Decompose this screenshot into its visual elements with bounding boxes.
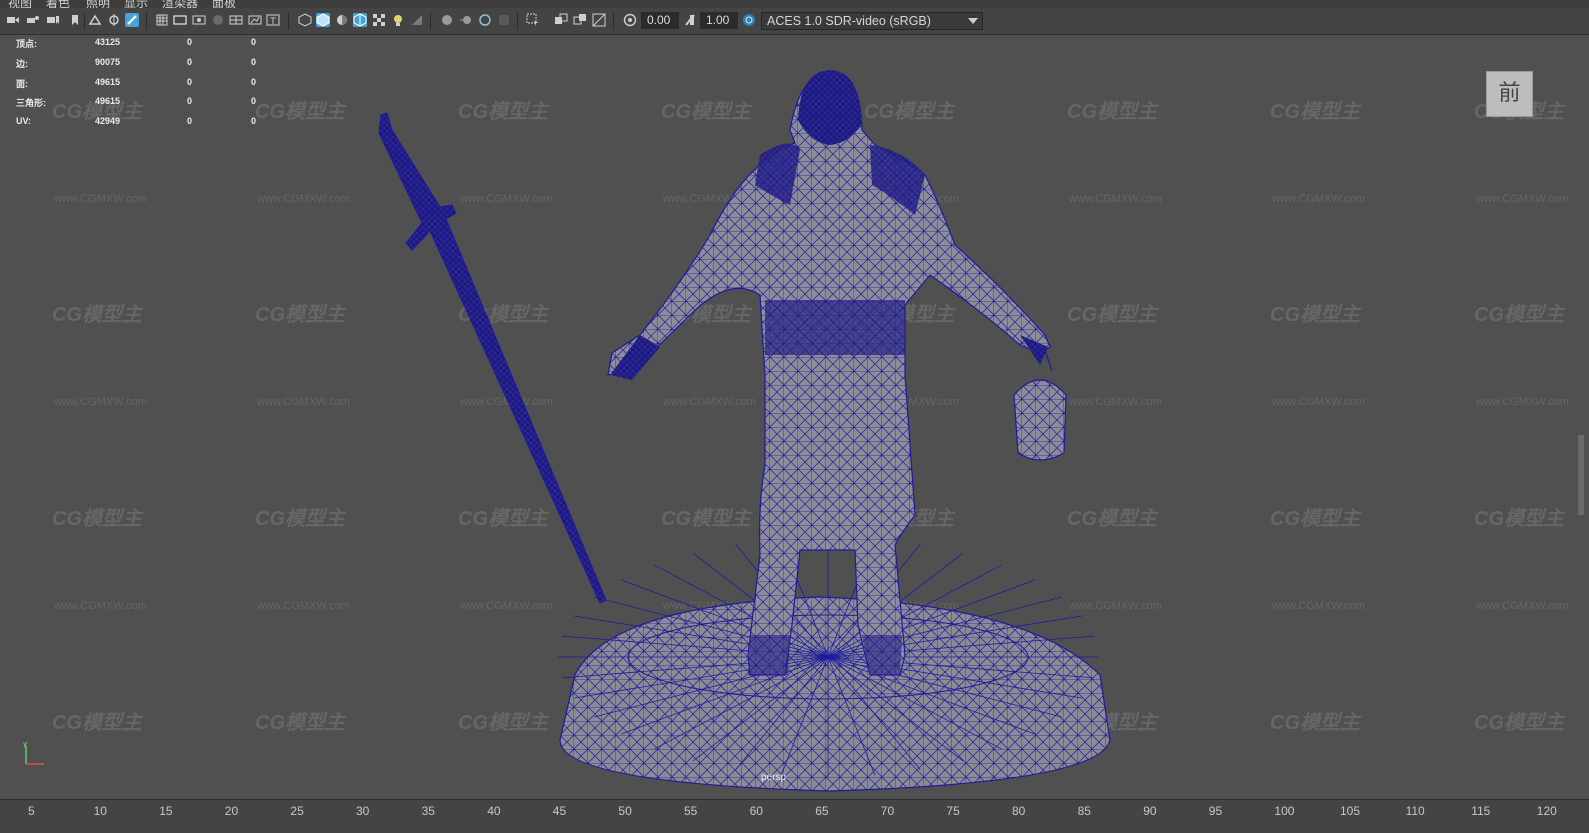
hud-label: 面: [16, 78, 28, 89]
timeline-tick-label: 20 [224, 804, 239, 818]
panel-toolbar: T 0.00 1.00 ACES 1.0 SDR-video (sRGB) [0, 8, 1589, 35]
menu-show[interactable]: 显示 [124, 0, 148, 8]
hud-value: 0 [187, 116, 193, 127]
view-transform-select[interactable]: ACES 1.0 SDR-video (sRGB) [761, 12, 983, 30]
hud-value: 43125 [95, 37, 121, 47]
hud-value: 0 [251, 96, 257, 107]
hud-label: 顶点: [16, 39, 37, 49]
hud-value: 49615 [95, 76, 121, 87]
camera-name-label: persp [761, 772, 787, 783]
svg-text:T: T [269, 17, 276, 27]
two-d-pan-icon[interactable] [107, 13, 121, 27]
timeline-tick-label: 80 [1012, 804, 1026, 818]
hud-value: 0 [187, 37, 193, 47]
textured-icon[interactable] [372, 13, 386, 27]
timeline-tick-label: 40 [487, 804, 501, 818]
hud-value: 90075 [95, 56, 121, 67]
smooth-shade-icon[interactable] [316, 13, 330, 27]
hud-label: 三角形: [16, 98, 46, 109]
lights-icon[interactable] [391, 13, 405, 27]
timeline-tick-label: 120 [1536, 804, 1557, 818]
timeline-tick-label: 45 [552, 804, 567, 818]
viewport-scrollbar[interactable] [1578, 435, 1584, 515]
timeline-tick-label: 90 [1143, 804, 1157, 818]
timeline-tick-label: 50 [618, 804, 632, 818]
safe-action-icon[interactable] [248, 13, 262, 27]
image-plane-icon[interactable] [88, 13, 102, 27]
view-cube-face-label: 前 [1498, 81, 1521, 106]
camera-attributes-icon[interactable] [26, 13, 40, 27]
grease-pencil-icon[interactable] [125, 13, 139, 27]
film-gate-icon[interactable] [173, 13, 187, 27]
gamma-field[interactable]: 1.00 [700, 12, 738, 29]
hud-value: 42949 [95, 116, 121, 127]
character-wireframe-model [378, 70, 1111, 792]
timeline-tick-label: 30 [356, 804, 370, 818]
motion-blur-icon[interactable] [459, 13, 473, 27]
anti-aliasing-icon[interactable] [478, 13, 492, 27]
xray-icon[interactable] [554, 13, 568, 27]
timeline-tick-label: 55 [684, 804, 698, 818]
hud-value: 0 [251, 56, 257, 67]
isolate-select-icon[interactable] [526, 13, 540, 27]
timeline-tick-label: 35 [421, 804, 435, 818]
backface-culling-icon[interactable] [592, 13, 606, 27]
axis-gizmo-icon: y [23, 740, 44, 765]
hud-value: 0 [251, 37, 257, 47]
timeline-tick-label: 10 [93, 804, 107, 818]
bookmark-icon[interactable] [68, 13, 82, 27]
timeline-tick-label: 25 [290, 804, 304, 818]
view-transform-value: ACES 1.0 SDR-video (sRGB) [767, 14, 931, 28]
timeline-tick-label: 110 [1405, 804, 1425, 818]
time-slider[interactable]: 5 10 15 20 25 30 35 40 45 50 55 60 65 70 75 80 85 90 95 100… [0, 799, 1589, 833]
timeline-tick-label: 60 [749, 804, 763, 818]
hud-value: 49615 [95, 96, 121, 107]
timeline-tick-label: 105 [1340, 804, 1361, 818]
timeline-tick-label: 5 [28, 804, 35, 818]
menu-view[interactable]: 视图 [8, 0, 32, 8]
hud-label: 边: [16, 58, 28, 69]
timeline-tick-label: 100 [1274, 804, 1295, 818]
hud-value: 0 [187, 56, 193, 67]
hud-value: 0 [187, 96, 193, 107]
menu-shading[interactable]: 着色 [46, 0, 70, 8]
field-chart-icon[interactable] [229, 13, 243, 27]
bookmark-camera-icon[interactable] [46, 13, 60, 27]
timeline-tick-label: 85 [1077, 804, 1091, 818]
wireframe-on-shaded-icon[interactable] [353, 13, 367, 27]
color-management-icon[interactable] [742, 13, 756, 27]
exposure-field[interactable]: 0.00 [641, 12, 679, 29]
grid-icon[interactable] [155, 13, 169, 27]
timeline-tick-label: 65 [815, 804, 829, 818]
timeline-tick-label: 115 [1471, 804, 1491, 818]
perspective-viewport[interactable]: CG模型主 CG模型主 CG模型主 CG模型主 CG模型主 CG模型主 CG模型主 CG模型主… [0, 35, 1589, 799]
menu-renderer[interactable]: 渲染器 [162, 0, 198, 8]
view-cube[interactable]: 前 [1486, 71, 1533, 117]
timeline-tick-label: 15 [159, 804, 173, 818]
exposure-icon[interactable] [623, 13, 637, 27]
hud-label: UV: [16, 116, 32, 127]
menu-bar: 视图 着色 照明 显示 渲染器 面板 [0, 0, 1589, 8]
xray-joints-icon[interactable] [573, 13, 587, 27]
resolution-gate-icon[interactable] [192, 13, 206, 27]
safe-title-icon[interactable]: T [266, 13, 280, 27]
gamma-icon[interactable] [683, 13, 697, 27]
hud-value: 0 [251, 76, 257, 87]
shadows-icon[interactable] [410, 13, 424, 27]
timeline-tick-label: 70 [880, 804, 895, 818]
timeline-tick-label: 95 [1208, 804, 1223, 818]
depth-of-field-icon[interactable] [497, 13, 511, 27]
menu-panels[interactable]: 面板 [212, 0, 236, 8]
camera-icon[interactable] [6, 13, 20, 27]
menu-lighting[interactable]: 照明 [86, 0, 110, 8]
hud-value: 0 [187, 76, 193, 87]
chevron-down-icon[interactable] [968, 18, 978, 24]
hud-value: 0 [251, 116, 257, 127]
svg-text:y: y [23, 740, 27, 748]
gate-mask-icon[interactable] [211, 13, 225, 27]
timeline-tick-label: 75 [946, 804, 960, 818]
wireframe-cube-icon[interactable] [298, 13, 312, 27]
default-material-icon[interactable] [335, 13, 349, 27]
ambient-occlusion-icon[interactable] [440, 13, 454, 27]
